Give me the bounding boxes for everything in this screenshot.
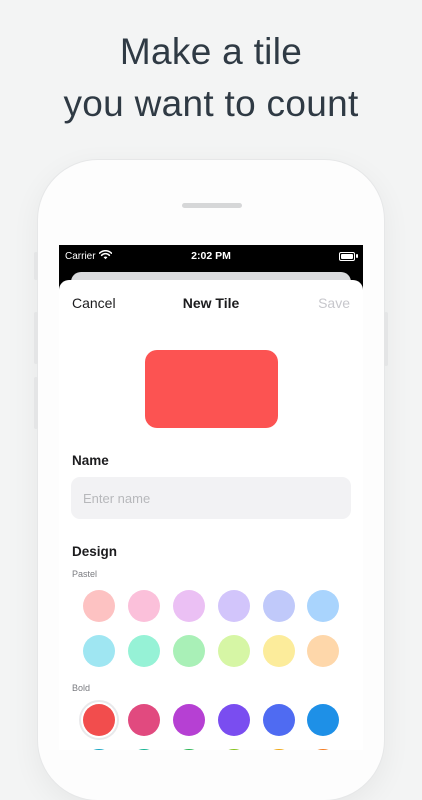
bold-swatch[interactable] (263, 704, 295, 736)
new-tile-sheet: Cancel New Tile Save Name Design Pastel … (59, 280, 363, 750)
pastel-swatch[interactable] (263, 590, 295, 622)
bold-swatch[interactable] (218, 704, 250, 736)
status-time: 2:02 PM (191, 250, 231, 262)
battery-tip (356, 254, 358, 258)
phone-volume-down (34, 377, 38, 429)
pastel-swatch[interactable] (83, 635, 115, 667)
pastel-swatch[interactable] (173, 635, 205, 667)
design-label: Design (72, 544, 118, 559)
save-button[interactable]: Save (318, 295, 350, 311)
battery-icon (339, 252, 355, 261)
pastel-swatch[interactable] (218, 590, 250, 622)
phone-mute-switch (34, 252, 38, 280)
pastel-label: Pastel (72, 569, 98, 579)
pastel-swatch[interactable] (263, 635, 295, 667)
phone-speaker (182, 203, 242, 208)
bold-swatch[interactable] (79, 700, 119, 740)
phone-volume-up (34, 312, 38, 364)
phone-screen: Carrier 2:02 PM Cancel New Tile Save Nam… (59, 245, 363, 750)
pastel-swatch[interactable] (218, 635, 250, 667)
bold-swatch[interactable] (128, 704, 160, 736)
pastel-swatch[interactable] (128, 590, 160, 622)
bold-label: Bold (72, 683, 91, 693)
bold-swatch[interactable] (307, 704, 339, 736)
name-input[interactable] (71, 477, 351, 519)
status-bar: Carrier 2:02 PM (59, 245, 363, 267)
tile-preview (145, 350, 278, 428)
pastel-swatch[interactable] (307, 635, 339, 667)
headline-line-2: you want to count (63, 83, 359, 124)
phone-power-button (384, 312, 388, 366)
pastel-swatch[interactable] (173, 590, 205, 622)
pastel-swatch[interactable] (307, 590, 339, 622)
name-label: Name (72, 453, 109, 468)
pastel-swatch[interactable] (83, 590, 115, 622)
headline-line-1: Make a tile (119, 31, 303, 72)
pastel-swatch[interactable] (128, 635, 160, 667)
bold-swatch[interactable] (173, 704, 205, 736)
